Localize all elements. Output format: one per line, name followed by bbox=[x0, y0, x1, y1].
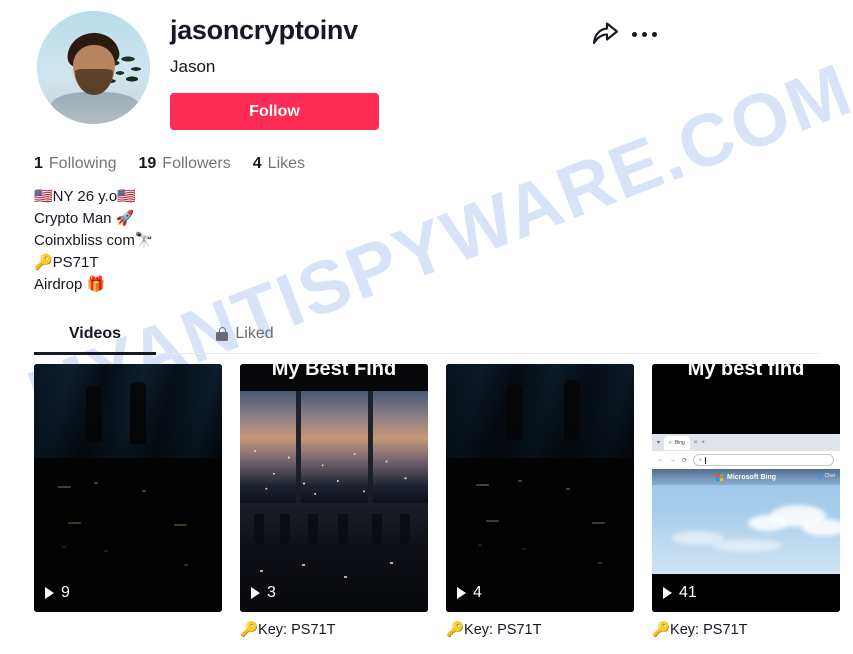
back-icon: ← bbox=[658, 457, 664, 463]
thumbnail-image bbox=[34, 364, 222, 612]
browser-tab-title: Bing bbox=[674, 439, 685, 446]
tab-list-icon: ▾ bbox=[657, 440, 661, 446]
play-count: 9 bbox=[61, 584, 70, 601]
forward-icon: → bbox=[670, 457, 676, 463]
profile-tabs: Videos Liked bbox=[34, 318, 819, 355]
thumbnail-image bbox=[240, 364, 428, 612]
followers-count: 19 bbox=[138, 155, 157, 172]
video-item: 9 bbox=[34, 364, 222, 638]
share-arrow-icon[interactable] bbox=[590, 20, 620, 48]
play-icon bbox=[251, 587, 260, 599]
play-icon bbox=[45, 587, 54, 599]
thumbnail-image bbox=[446, 364, 634, 612]
avatar[interactable] bbox=[37, 11, 150, 124]
bing-wordmark: Microsoft Bing bbox=[727, 473, 776, 481]
profile-nickname: Jason bbox=[170, 57, 216, 76]
play-count-badge: 9 bbox=[45, 584, 70, 602]
browser-tab: ⌕ Bing bbox=[664, 435, 690, 450]
bio-line: 🔑PS71T bbox=[34, 254, 99, 271]
bio-line: 🇺🇸NY 26 y.o🇺🇸 bbox=[34, 188, 136, 205]
profile-stats: 1 Following 19 Followers 4 Likes bbox=[34, 155, 305, 173]
more-dot bbox=[652, 32, 657, 37]
stat-likes: 4 Likes bbox=[253, 155, 305, 173]
play-count: 4 bbox=[473, 584, 482, 601]
video-thumbnail[interactable]: ▾ ⌕ Bing × + ← → ⟳ ⌕ Microsoft Bing Chat… bbox=[652, 364, 840, 612]
video-thumbnail[interactable]: My Best Find 3 bbox=[240, 364, 428, 612]
stat-followers[interactable]: 19 Followers bbox=[139, 155, 231, 173]
address-bar: ⌕ bbox=[693, 454, 834, 466]
more-dot bbox=[632, 32, 637, 37]
following-count: 1 bbox=[34, 155, 43, 172]
profile-bio: 🇺🇸NY 26 y.o🇺🇸 Crypto Man 🚀 Coinxbliss co… bbox=[34, 186, 154, 296]
bio-line: Airdrop 🎁 bbox=[34, 276, 106, 293]
play-count-badge: 3 bbox=[251, 584, 276, 602]
bing-header: Microsoft Bing Chat bbox=[652, 469, 840, 485]
chat-label: Chat bbox=[824, 473, 835, 479]
text-caret bbox=[704, 456, 706, 464]
browser-window: ▾ ⌕ Bing × + ← → ⟳ ⌕ Microsoft Bing Chat bbox=[652, 434, 840, 574]
thumbnail-overlay-title: My best find bbox=[687, 364, 805, 380]
following-label: Following bbox=[48, 155, 117, 172]
more-options-icon[interactable] bbox=[630, 20, 664, 48]
close-icon: × bbox=[693, 439, 698, 446]
stat-following[interactable]: 1 Following bbox=[34, 155, 117, 173]
video-item: My Best Find 3 🔑Key: PS71T bbox=[240, 364, 428, 638]
profile-header: jasoncryptoinv Jason Follow bbox=[0, 0, 853, 150]
play-count-badge: 41 bbox=[663, 584, 697, 602]
chat-bubble-icon bbox=[817, 473, 823, 479]
reload-icon: ⟳ bbox=[682, 457, 688, 464]
tab-videos-label: Videos bbox=[68, 325, 122, 342]
bio-line: Coinxbliss com🔭 bbox=[34, 232, 154, 249]
microsoft-logo-icon bbox=[716, 473, 723, 481]
video-thumbnail[interactable]: 9 bbox=[34, 364, 222, 612]
lock-icon bbox=[216, 327, 229, 341]
bio-line: Crypto Man 🚀 bbox=[34, 210, 135, 227]
likes-label: Likes bbox=[267, 155, 306, 172]
avatar-shading bbox=[37, 11, 150, 124]
thumbnail-image: ▾ ⌕ Bing × + ← → ⟳ ⌕ Microsoft Bing Chat bbox=[652, 364, 840, 612]
browser-nav-bar: ← → ⟳ ⌕ bbox=[652, 451, 840, 469]
play-count: 3 bbox=[267, 584, 276, 601]
follow-button[interactable]: Follow bbox=[170, 93, 379, 130]
active-tab-underline bbox=[34, 352, 156, 355]
page-title: jasoncryptoinv bbox=[170, 15, 358, 45]
play-count: 41 bbox=[679, 584, 697, 601]
bing-page: Microsoft Bing Chat bbox=[652, 469, 840, 574]
video-grid: 9 My Best Find 3 🔑Key: PS71T 4 🔑Key: PS7… bbox=[34, 364, 840, 638]
bing-chat-link: Chat bbox=[817, 473, 835, 479]
tab-liked-label: Liked bbox=[235, 325, 274, 342]
video-caption: 🔑Key: PS71T bbox=[240, 622, 336, 638]
new-tab-icon: + bbox=[701, 439, 705, 446]
video-caption: 🔑Key: PS71T bbox=[446, 622, 542, 638]
video-item: ▾ ⌕ Bing × + ← → ⟳ ⌕ Microsoft Bing Chat… bbox=[652, 364, 840, 638]
play-icon bbox=[663, 587, 672, 599]
browser-tab-bar: ▾ ⌕ Bing × + bbox=[652, 434, 840, 451]
video-thumbnail[interactable]: 4 bbox=[446, 364, 634, 612]
video-caption: 🔑Key: PS71T bbox=[652, 622, 748, 638]
followers-label: Followers bbox=[162, 155, 231, 172]
search-icon: ⌕ bbox=[669, 439, 672, 446]
tab-videos[interactable]: Videos bbox=[34, 318, 156, 350]
play-icon bbox=[457, 587, 466, 599]
more-dot bbox=[642, 32, 647, 37]
tab-liked[interactable]: Liked bbox=[186, 318, 304, 350]
video-item: 4 🔑Key: PS71T bbox=[446, 364, 634, 638]
thumbnail-overlay-title: My Best Find bbox=[271, 364, 397, 380]
play-count-badge: 4 bbox=[457, 584, 482, 602]
likes-count: 4 bbox=[252, 155, 262, 172]
search-icon: ⌕ bbox=[699, 457, 702, 463]
